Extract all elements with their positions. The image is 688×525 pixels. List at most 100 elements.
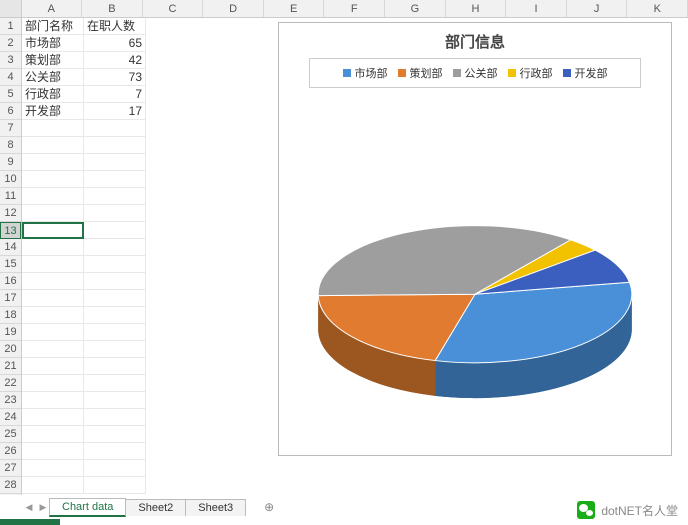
- col-header-D[interactable]: D: [203, 0, 264, 17]
- row-header-4[interactable]: 4: [0, 69, 21, 86]
- cell[interactable]: [84, 477, 146, 494]
- row-header-24[interactable]: 24: [0, 409, 21, 426]
- tab-prev-icon[interactable]: ◀: [22, 498, 36, 516]
- cell[interactable]: 部门名称: [22, 18, 84, 35]
- cell[interactable]: [84, 426, 146, 443]
- cell[interactable]: 行政部: [22, 86, 84, 103]
- row-header-20[interactable]: 20: [0, 341, 21, 358]
- cell[interactable]: [22, 358, 84, 375]
- cell[interactable]: [84, 239, 146, 256]
- cell[interactable]: 73: [84, 69, 146, 86]
- cell[interactable]: [22, 426, 84, 443]
- row-header-27[interactable]: 27: [0, 460, 21, 477]
- cell[interactable]: [84, 120, 146, 137]
- row-header-11[interactable]: 11: [0, 188, 21, 205]
- col-header-F[interactable]: F: [324, 0, 385, 17]
- cell[interactable]: [22, 171, 84, 188]
- cell[interactable]: [84, 222, 146, 239]
- row-header-23[interactable]: 23: [0, 392, 21, 409]
- cell[interactable]: [22, 392, 84, 409]
- col-header-B[interactable]: B: [82, 0, 143, 17]
- cell[interactable]: [84, 392, 146, 409]
- cell[interactable]: 65: [84, 35, 146, 52]
- cell[interactable]: [22, 256, 84, 273]
- row-header-9[interactable]: 9: [0, 154, 21, 171]
- col-header-E[interactable]: E: [264, 0, 325, 17]
- row-header-1[interactable]: 1: [0, 18, 21, 35]
- row-header-25[interactable]: 25: [0, 426, 21, 443]
- cell[interactable]: [22, 375, 84, 392]
- row-header-12[interactable]: 12: [0, 205, 21, 222]
- col-header-I[interactable]: I: [506, 0, 567, 17]
- cell[interactable]: [22, 477, 84, 494]
- col-header-C[interactable]: C: [143, 0, 204, 17]
- cell[interactable]: [22, 290, 84, 307]
- cell[interactable]: [84, 205, 146, 222]
- cell[interactable]: [84, 460, 146, 477]
- cell[interactable]: [84, 341, 146, 358]
- cell[interactable]: [22, 273, 84, 290]
- row-header-8[interactable]: 8: [0, 137, 21, 154]
- cell[interactable]: [84, 154, 146, 171]
- cell[interactable]: [84, 256, 146, 273]
- row-header-26[interactable]: 26: [0, 443, 21, 460]
- cell[interactable]: [84, 409, 146, 426]
- cell[interactable]: [22, 307, 84, 324]
- row-header-2[interactable]: 2: [0, 35, 21, 52]
- col-header-G[interactable]: G: [385, 0, 446, 17]
- sheet-tab[interactable]: Chart data: [49, 498, 126, 517]
- cell[interactable]: [22, 205, 84, 222]
- cell[interactable]: [22, 324, 84, 341]
- cell[interactable]: 在职人数: [84, 18, 146, 35]
- cell[interactable]: [22, 120, 84, 137]
- row-header-6[interactable]: 6: [0, 103, 21, 120]
- add-sheet-button[interactable]: ⊕: [258, 500, 280, 514]
- cell[interactable]: [84, 324, 146, 341]
- cell[interactable]: [22, 137, 84, 154]
- cell[interactable]: [22, 154, 84, 171]
- cell[interactable]: 42: [84, 52, 146, 69]
- cell[interactable]: [22, 239, 84, 256]
- sheet-tab[interactable]: Sheet3: [185, 499, 246, 516]
- embedded-chart[interactable]: 部门信息 市场部策划部公关部行政部开发部: [278, 22, 672, 456]
- cell[interactable]: 市场部: [22, 35, 84, 52]
- cell[interactable]: 7: [84, 86, 146, 103]
- row-header-5[interactable]: 5: [0, 86, 21, 103]
- row-header-14[interactable]: 14: [0, 239, 21, 256]
- cell[interactable]: 开发部: [22, 103, 84, 120]
- row-header-10[interactable]: 10: [0, 171, 21, 188]
- cell[interactable]: [84, 358, 146, 375]
- row-header-13[interactable]: 13: [0, 222, 21, 239]
- cell[interactable]: [22, 460, 84, 477]
- cell[interactable]: [22, 341, 84, 358]
- cell[interactable]: [84, 443, 146, 460]
- select-all-corner[interactable]: [0, 0, 22, 17]
- cell[interactable]: 17: [84, 103, 146, 120]
- col-header-J[interactable]: J: [567, 0, 628, 17]
- cell[interactable]: [84, 375, 146, 392]
- cell[interactable]: [84, 290, 146, 307]
- row-header-7[interactable]: 7: [0, 120, 21, 137]
- row-header-15[interactable]: 15: [0, 256, 21, 273]
- cell[interactable]: [22, 188, 84, 205]
- cell[interactable]: [84, 171, 146, 188]
- cell[interactable]: 公关部: [22, 69, 84, 86]
- cell[interactable]: [22, 443, 84, 460]
- cell[interactable]: [84, 273, 146, 290]
- sheet-tab[interactable]: Sheet2: [125, 499, 186, 516]
- cell[interactable]: [22, 222, 84, 239]
- cell[interactable]: [22, 409, 84, 426]
- cell[interactable]: [84, 307, 146, 324]
- cell[interactable]: [84, 137, 146, 154]
- row-header-21[interactable]: 21: [0, 358, 21, 375]
- row-header-28[interactable]: 28: [0, 477, 21, 494]
- row-header-19[interactable]: 19: [0, 324, 21, 341]
- col-header-H[interactable]: H: [446, 0, 507, 17]
- cell[interactable]: 策划部: [22, 52, 84, 69]
- row-header-3[interactable]: 3: [0, 52, 21, 69]
- row-header-17[interactable]: 17: [0, 290, 21, 307]
- col-header-K[interactable]: K: [627, 0, 688, 17]
- row-header-18[interactable]: 18: [0, 307, 21, 324]
- cell[interactable]: [84, 188, 146, 205]
- tab-next-icon[interactable]: ▶: [36, 498, 50, 516]
